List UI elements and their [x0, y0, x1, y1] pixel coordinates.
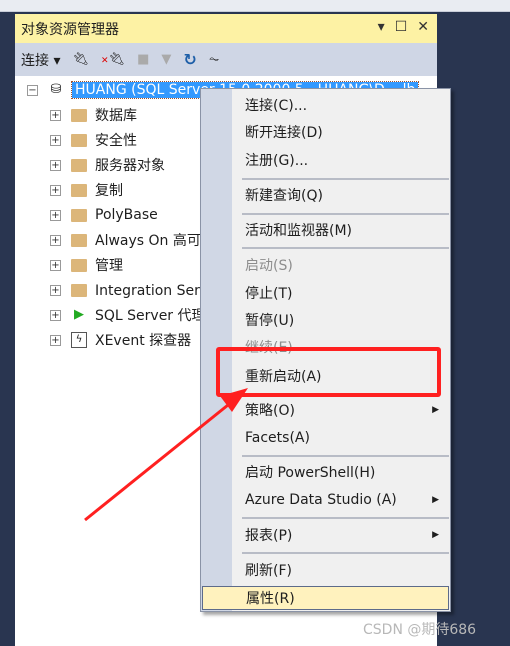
watermark: CSDN @期待686 — [363, 622, 477, 638]
annotation-arrow — [84, 388, 248, 522]
